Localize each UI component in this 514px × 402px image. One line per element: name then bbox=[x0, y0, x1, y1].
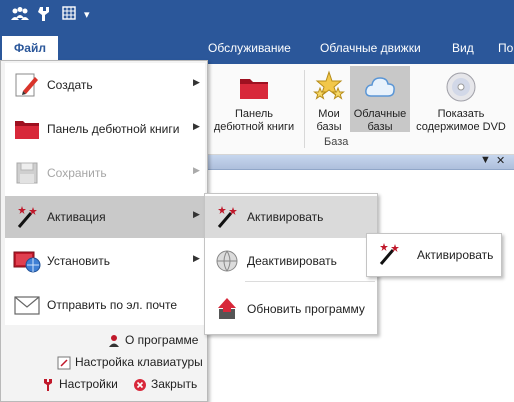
file-menu-label-activation: Активация bbox=[47, 210, 106, 224]
envelope-icon bbox=[13, 292, 41, 318]
tooltip-label: Активировать bbox=[417, 248, 494, 262]
cloud-bases-label-1: Облачные bbox=[353, 108, 407, 120]
submenu-item-update[interactable]: Обновить программу bbox=[205, 288, 377, 330]
settings-icon bbox=[41, 378, 55, 392]
magic-wand-icon bbox=[375, 241, 403, 267]
tab-file[interactable]: Файл bbox=[2, 36, 58, 60]
close-icon bbox=[133, 378, 147, 392]
tab-cloud-engines[interactable]: Облачные движки bbox=[320, 40, 421, 56]
submenu-arrow-icon: ▶ bbox=[193, 209, 200, 219]
submenu-label-deactivate: Деактивировать bbox=[247, 254, 337, 268]
settings-label: Настройки bbox=[59, 377, 118, 391]
submenu-arrow-icon: ▶ bbox=[193, 77, 200, 87]
close-button[interactable]: Закрыть bbox=[133, 375, 197, 393]
cloud-icon bbox=[363, 70, 397, 104]
file-menu-item-create[interactable]: Создать ▶ bbox=[5, 64, 205, 106]
file-menu-label-create: Создать bbox=[47, 78, 93, 92]
cloud-bases-label-2: базы bbox=[367, 121, 393, 133]
submenu-divider bbox=[245, 281, 375, 282]
file-menu-items: Создать ▶ Панель дебютной книги ▶ Сохран… bbox=[5, 63, 205, 325]
dvd-icon bbox=[444, 70, 478, 104]
show-dvd-label-1: Показать bbox=[437, 108, 485, 120]
red-folder-icon bbox=[237, 70, 271, 104]
file-menu-label-send-email: Отправить по эл. почте bbox=[47, 298, 178, 312]
ribbon-group-label-base: База bbox=[324, 136, 349, 148]
file-menu-item-activation[interactable]: Активация ▶ bbox=[5, 196, 205, 238]
monitor-globe-icon bbox=[13, 248, 41, 274]
tab-service[interactable]: Обслуживание bbox=[208, 40, 291, 56]
opening-book-panel-button[interactable]: Панель дебютной книги bbox=[208, 66, 300, 134]
file-menu-label-save: Сохранить bbox=[47, 166, 107, 180]
activation-submenu: Активировать Деактивировать Обновить про… bbox=[204, 193, 378, 335]
ribbon-group-separator bbox=[304, 70, 305, 148]
keyboard-settings-button[interactable]: Настройка клавиатуры bbox=[57, 353, 203, 371]
about-icon bbox=[107, 334, 121, 348]
keyboard-settings-label: Настройка клавиатуры bbox=[75, 355, 203, 369]
submenu-arrow-icon: ▶ bbox=[193, 121, 200, 131]
about-label: О программе bbox=[125, 333, 199, 347]
wrench-icon[interactable] bbox=[36, 6, 50, 22]
panel-close-icon[interactable]: ✕ bbox=[496, 154, 505, 167]
submenu-arrow-icon: ▶ bbox=[193, 253, 200, 263]
about-button[interactable]: О программе bbox=[107, 331, 198, 349]
close-label: Закрыть bbox=[151, 377, 198, 391]
submenu-label-activate: Активировать bbox=[247, 210, 324, 224]
my-bases-button[interactable]: Мои базы bbox=[308, 66, 350, 133]
floppy-disk-icon bbox=[13, 160, 41, 186]
submenu-item-activate[interactable]: Активировать bbox=[205, 196, 377, 238]
update-arrow-icon bbox=[213, 296, 241, 322]
settings-button[interactable]: Настройки bbox=[41, 375, 118, 393]
pencil-document-icon bbox=[13, 72, 41, 98]
cloud-bases-button[interactable]: Облачные базы bbox=[350, 66, 410, 133]
magic-wand-icon bbox=[213, 204, 241, 230]
stars-icon bbox=[312, 70, 346, 104]
globe-disc-icon bbox=[213, 248, 241, 274]
file-menu-label-install: Установить bbox=[47, 254, 110, 268]
tab-view[interactable]: Вид bbox=[452, 40, 474, 56]
submenu-label-update: Обновить программу bbox=[247, 302, 365, 316]
grid-icon[interactable] bbox=[62, 6, 76, 20]
keyboard-settings-icon bbox=[57, 356, 71, 370]
file-menu: Создать ▶ Панель дебютной книги ▶ Сохран… bbox=[0, 60, 208, 402]
file-menu-item-install[interactable]: Установить ▶ bbox=[5, 240, 205, 282]
opening-book-panel-label-2: дебютной книги bbox=[213, 121, 295, 133]
file-menu-item-send-email[interactable]: Отправить по эл. почте bbox=[5, 284, 205, 326]
show-dvd-label-2: содержимое DVD bbox=[416, 121, 506, 133]
title-bar bbox=[0, 0, 514, 30]
my-bases-label-1: Мои bbox=[318, 108, 340, 120]
file-menu-item-opening-book[interactable]: Панель дебютной книги ▶ bbox=[5, 108, 205, 150]
my-bases-label-2: базы bbox=[316, 121, 342, 133]
dropdown-arrow-icon[interactable]: ▾ bbox=[84, 6, 90, 24]
file-menu-label-opening-book: Панель дебютной книги bbox=[47, 122, 180, 136]
submenu-item-deactivate[interactable]: Деактивировать bbox=[205, 240, 377, 282]
people-icon[interactable] bbox=[10, 6, 30, 22]
tab-more[interactable]: По bbox=[498, 40, 513, 56]
submenu-arrow-icon: ▶ bbox=[193, 165, 200, 175]
activate-tooltip: Активировать bbox=[366, 233, 502, 277]
opening-book-panel-label-1: Панель bbox=[234, 108, 273, 120]
show-dvd-contents-button[interactable]: Показать содержимое DVD bbox=[416, 66, 506, 134]
file-menu-item-save[interactable]: Сохранить ▶ bbox=[5, 152, 205, 194]
magic-wand-icon bbox=[13, 204, 41, 230]
panel-dropdown-icon[interactable]: ▼ bbox=[480, 154, 491, 166]
red-folder-icon bbox=[13, 116, 41, 142]
